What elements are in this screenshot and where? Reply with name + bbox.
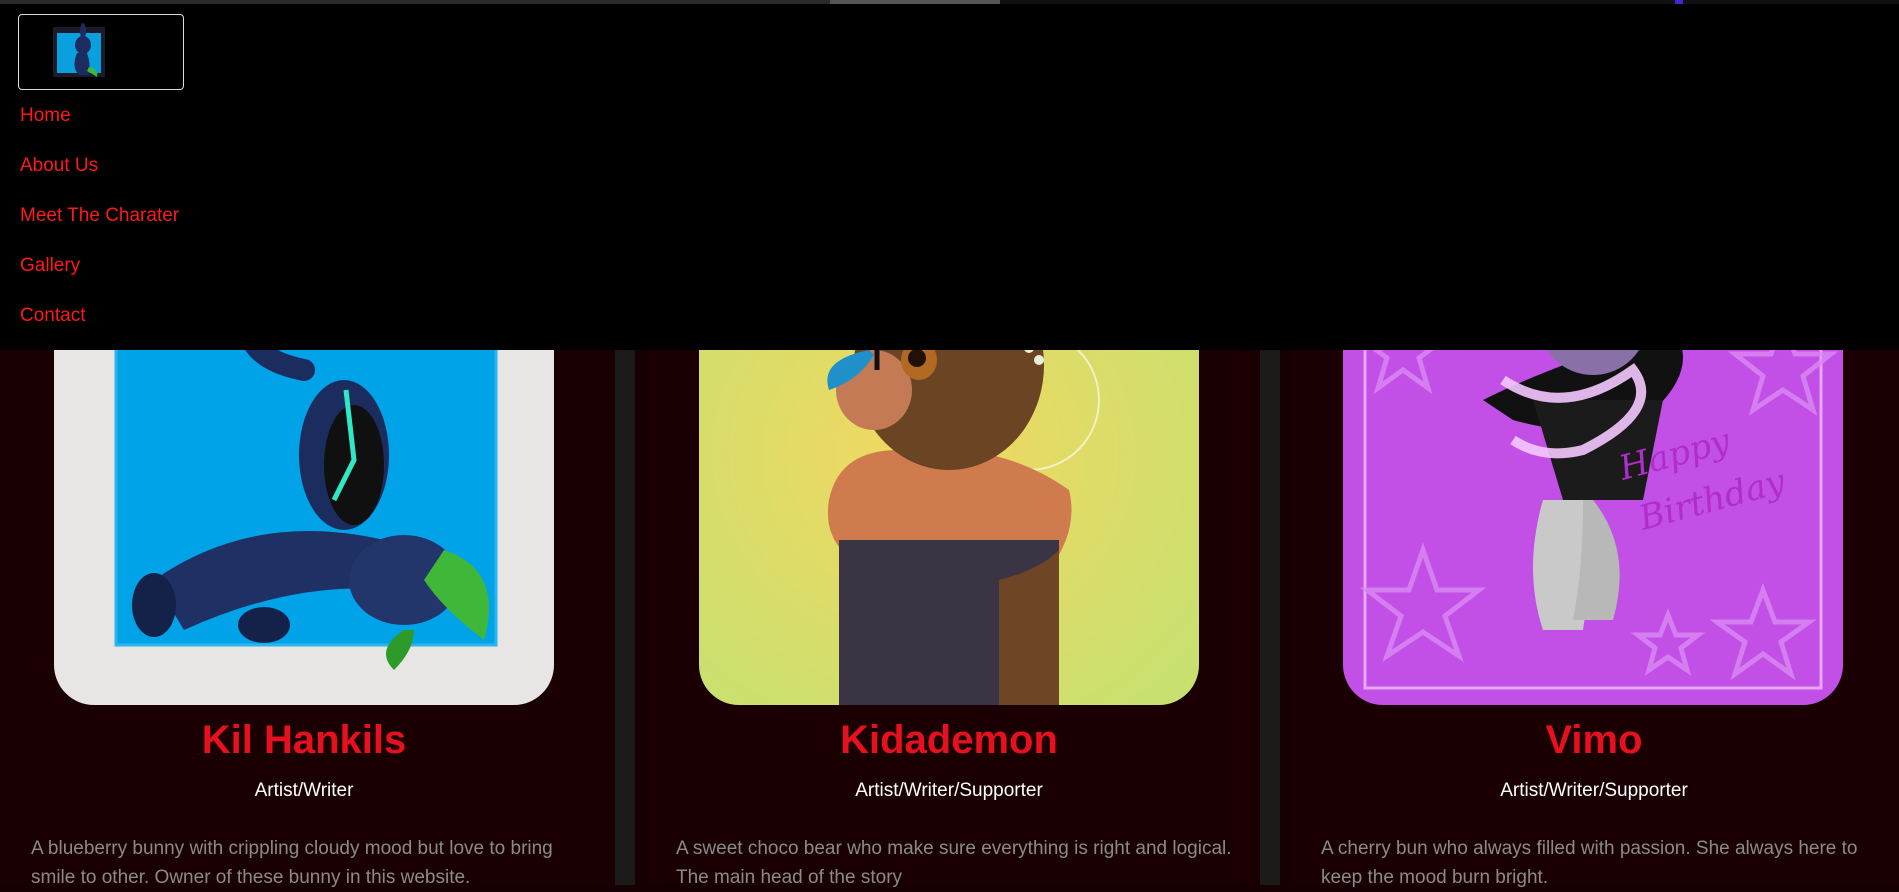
card-role: Artist/Writer/Supporter bbox=[1500, 780, 1688, 801]
card-description: A blueberry bunny with crippling cloudy … bbox=[31, 838, 553, 888]
nav-gallery[interactable]: Gallery bbox=[20, 250, 80, 282]
nav-home[interactable]: Home bbox=[20, 100, 71, 132]
nav-about-us[interactable]: About Us bbox=[20, 150, 98, 182]
card-name: Vimo bbox=[1545, 718, 1643, 762]
blue-bunny-logo-icon bbox=[53, 23, 105, 77]
top-progress-line bbox=[0, 0, 1899, 4]
card-name: Kil Hankils bbox=[201, 718, 407, 762]
card-role: Artist/Writer/Supporter bbox=[855, 780, 1043, 801]
card-description: A sweet choco bear who make sure everyth… bbox=[676, 838, 1232, 888]
site-header: Home About Us Meet The Charater Gallery … bbox=[0, 0, 1899, 350]
logo-link[interactable] bbox=[18, 14, 184, 90]
main-nav: Home About Us Meet The Charater Gallery … bbox=[20, 100, 179, 350]
card-name: Kidademon bbox=[840, 718, 1058, 762]
nav-meet-the-character[interactable]: Meet The Charater bbox=[20, 200, 179, 232]
card-role: Artist/Writer bbox=[254, 780, 354, 801]
nav-contact[interactable]: Contact bbox=[20, 300, 85, 332]
card-description: A cherry bun who always filled with pass… bbox=[1321, 838, 1858, 888]
